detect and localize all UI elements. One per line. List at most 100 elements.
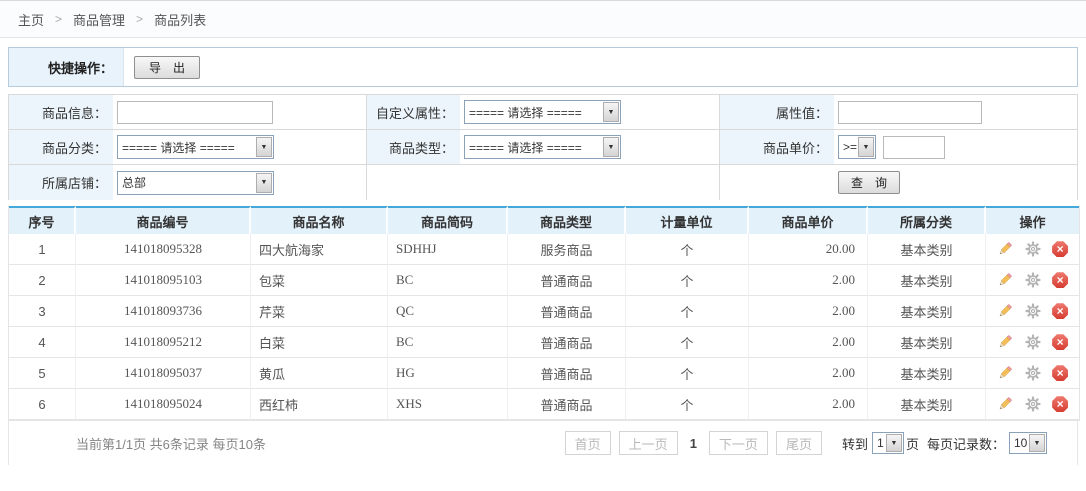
page-summary: 当前第1/1页 共6条记录 每页10条 (9, 434, 266, 453)
cell-index: 5 (9, 358, 76, 389)
cell-short-code: HG (388, 358, 508, 389)
delete-icon[interactable]: × (1052, 365, 1068, 381)
delete-icon[interactable]: × (1052, 334, 1068, 350)
col-unit: 计量单位 (626, 206, 749, 234)
cell-operations: × (986, 234, 1079, 265)
goto-label: 转到 (842, 434, 868, 453)
col-price: 商品单价 (749, 206, 868, 234)
type-label: 商品类型： (367, 130, 460, 164)
cell-unit: 个 (626, 389, 749, 420)
cell-unit: 个 (626, 327, 749, 358)
cell-index: 1 (9, 234, 76, 265)
last-page-button[interactable]: 尾页 (776, 431, 822, 455)
cell-name: 四大航海家 (251, 234, 388, 265)
col-index: 序号 (9, 206, 76, 234)
settings-gear-icon[interactable] (1025, 272, 1041, 288)
chevron-right-icon: > (136, 12, 143, 26)
chevron-right-icon: > (55, 12, 62, 26)
cell-price: 2.00 (749, 389, 868, 420)
cell-category: 基本类别 (868, 327, 986, 358)
edit-pencil-icon[interactable] (997, 303, 1013, 319)
cell-index: 2 (9, 265, 76, 296)
cell-type: 普通商品 (508, 327, 626, 358)
store-select[interactable]: 总部 ▼ (117, 171, 274, 195)
breadcrumb-item-home[interactable]: 主页 (18, 10, 44, 29)
cell-operations: × (986, 327, 1079, 358)
cell-name: 包菜 (251, 265, 388, 296)
cell-price: 20.00 (749, 234, 868, 265)
table-footer: 当前第1/1页 共6条记录 每页10条 首页 上一页 1 下一页 尾页 转到 1… (8, 421, 1078, 465)
settings-gear-icon[interactable] (1025, 396, 1041, 412)
search-button[interactable]: 查 询 (838, 171, 900, 194)
settings-gear-icon[interactable] (1025, 365, 1041, 381)
delete-icon[interactable]: × (1052, 303, 1068, 319)
current-page: 1 (690, 436, 697, 451)
col-name: 商品名称 (251, 206, 388, 234)
cell-category: 基本类别 (868, 296, 986, 327)
chevron-down-icon: ▼ (603, 137, 619, 157)
per-page-select-value: 10 (1010, 436, 1028, 450)
col-type: 商品类型 (508, 206, 626, 234)
delete-icon[interactable]: × (1052, 241, 1068, 257)
first-page-button[interactable]: 首页 (565, 431, 611, 455)
chevron-down-icon: ▼ (1029, 434, 1045, 452)
product-info-input[interactable] (117, 101, 273, 124)
cell-type: 普通商品 (508, 389, 626, 420)
table-row: 4141018095212白菜BC普通商品个2.00基本类别 × (9, 327, 1079, 358)
store-select-value: 总部 (118, 174, 255, 191)
delete-icon[interactable]: × (1052, 272, 1068, 288)
edit-pencil-icon[interactable] (997, 272, 1013, 288)
price-op-select[interactable]: >= ▼ (838, 135, 876, 159)
type-select[interactable]: ===== 请选择 ===== ▼ (464, 135, 621, 159)
cell-operations: × (986, 358, 1079, 389)
export-button[interactable]: 导 出 (134, 56, 200, 79)
goto-page-select-value: 1 (873, 436, 885, 450)
cell-type: 普通商品 (508, 358, 626, 389)
prev-page-button[interactable]: 上一页 (619, 431, 678, 455)
table-row: 2141018095103包菜BC普通商品个2.00基本类别 × (9, 265, 1079, 296)
custom-attr-select[interactable]: ===== 请选择 ===== ▼ (464, 100, 621, 124)
cell-operations: × (986, 265, 1079, 296)
category-select-value: ===== 请选择 ===== (118, 139, 255, 156)
cell-type: 服务商品 (508, 234, 626, 265)
settings-gear-icon[interactable] (1025, 303, 1041, 319)
price-op-select-value: >= (839, 140, 857, 154)
edit-pencil-icon[interactable] (997, 396, 1013, 412)
edit-pencil-icon[interactable] (997, 334, 1013, 350)
col-short-code: 商品简码 (388, 206, 508, 234)
goto-page-select[interactable]: 1 ▼ (872, 432, 904, 454)
attr-value-input[interactable] (838, 101, 982, 124)
cell-operations: × (986, 296, 1079, 327)
cell-short-code: BC (388, 327, 508, 358)
breadcrumb-item-product-list: 商品列表 (154, 10, 206, 29)
pagination: 首页 上一页 1 下一页 尾页 转到 1 ▼ 页 每页记录数： 10 ▼ (557, 431, 1077, 455)
next-page-button[interactable]: 下一页 (709, 431, 768, 455)
cell-category: 基本类别 (868, 265, 986, 296)
price-input[interactable] (883, 136, 945, 159)
category-select[interactable]: ===== 请选择 ===== ▼ (117, 135, 274, 159)
goto-suffix: 页 (906, 434, 919, 453)
delete-icon[interactable]: × (1052, 396, 1068, 412)
breadcrumb-item-product-management[interactable]: 商品管理 (73, 10, 125, 29)
cell-short-code: SDHHJ (388, 234, 508, 265)
cell-name: 西红柿 (251, 389, 388, 420)
product-table: 序号商品编号商品名称商品简码商品类型计量单位商品单价所属分类操作 1141018… (8, 206, 1080, 421)
chevron-down-icon: ▼ (256, 137, 272, 157)
custom-attr-label: 自定义属性： (367, 95, 460, 129)
cell-code: 141018095037 (76, 358, 251, 389)
cell-short-code: XHS (388, 389, 508, 420)
per-page-select[interactable]: 10 ▼ (1009, 432, 1047, 454)
edit-pencil-icon[interactable] (997, 365, 1013, 381)
chevron-down-icon: ▼ (603, 102, 619, 122)
cell-index: 4 (9, 327, 76, 358)
cell-unit: 个 (626, 234, 749, 265)
cell-code: 141018095024 (76, 389, 251, 420)
per-page-label: 每页记录数： (927, 434, 1005, 453)
price-label: 商品单价： (720, 130, 834, 164)
settings-gear-icon[interactable] (1025, 334, 1041, 350)
edit-pencil-icon[interactable] (997, 241, 1013, 257)
settings-gear-icon[interactable] (1025, 241, 1041, 257)
cell-code: 141018095212 (76, 327, 251, 358)
cell-name: 白菜 (251, 327, 388, 358)
breadcrumb: 主页 > 商品管理 > 商品列表 (0, 0, 1086, 38)
